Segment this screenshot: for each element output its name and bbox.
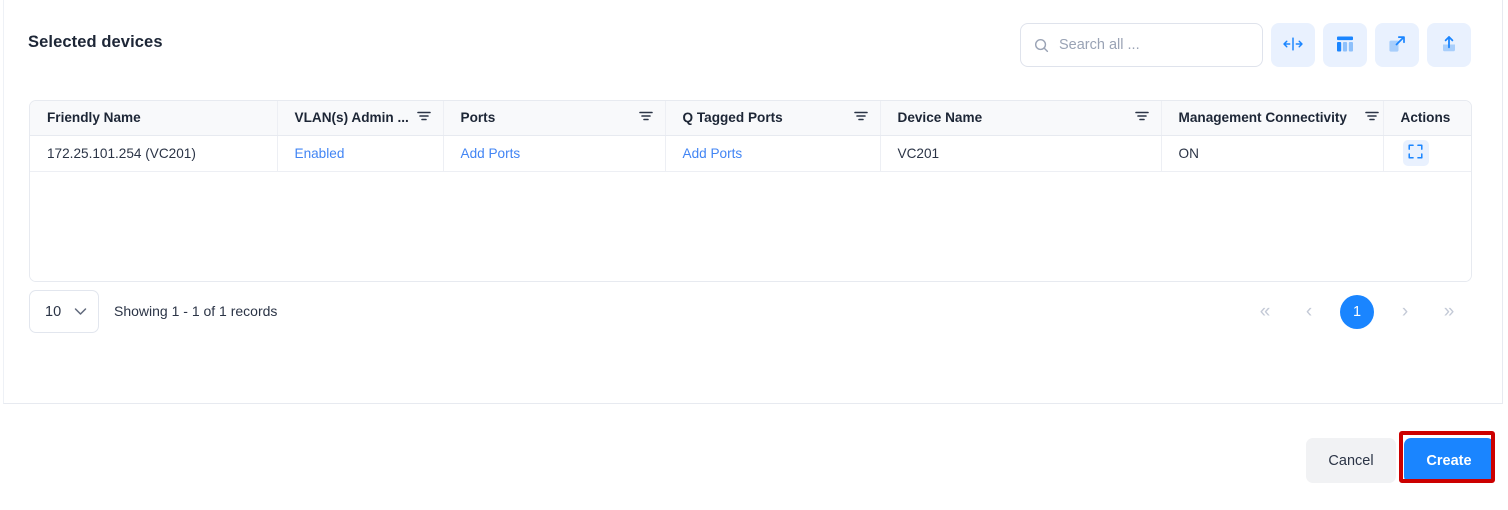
column-header-vlan-admin[interactable]: VLAN(s) Admin ...	[277, 101, 443, 135]
chevron-down-icon	[74, 303, 87, 321]
table-row[interactable]: 172.25.101.254 (VC201) Enabled Add Ports…	[30, 135, 1471, 171]
panel-header: Selected devices	[4, 0, 1502, 92]
page-size-select[interactable]: 10	[29, 290, 99, 333]
create-button[interactable]: Create	[1404, 438, 1494, 483]
row-expand-button[interactable]	[1403, 140, 1429, 166]
expand-row-icon	[1408, 144, 1423, 162]
filter-icon[interactable]	[1135, 110, 1149, 125]
next-page-button[interactable]: ›	[1386, 293, 1424, 331]
cell-ports: Add Ports	[443, 135, 665, 171]
prev-page-button[interactable]: ‹	[1290, 293, 1328, 331]
expand-icon	[1387, 34, 1407, 57]
selected-devices-panel: Selected devices	[3, 0, 1503, 404]
page-title: Selected devices	[28, 33, 163, 52]
column-chooser-button[interactable]	[1323, 23, 1367, 67]
search-box[interactable]	[1020, 23, 1263, 67]
filter-icon[interactable]	[417, 110, 431, 125]
cancel-button[interactable]: Cancel	[1306, 438, 1396, 483]
column-header-actions: Actions	[1383, 101, 1471, 135]
fit-columns-button[interactable]	[1271, 23, 1315, 67]
cell-vlan-admin: Enabled	[277, 135, 443, 171]
cell-actions	[1383, 135, 1471, 171]
records-count-label: Showing 1 - 1 of 1 records	[114, 303, 277, 319]
search-input[interactable]	[1059, 37, 1249, 53]
cell-device-name: VC201	[880, 135, 1161, 171]
export-icon	[1439, 34, 1459, 57]
column-header-label: Management Connectivity	[1179, 110, 1347, 125]
cell-friendly-name: 172.25.101.254 (VC201)	[30, 135, 277, 171]
filter-icon[interactable]	[854, 110, 868, 125]
add-q-tagged-ports-link[interactable]: Add Ports	[683, 146, 743, 161]
export-button[interactable]	[1427, 23, 1471, 67]
column-header-ports[interactable]: Ports	[443, 101, 665, 135]
filter-icon[interactable]	[1365, 110, 1379, 125]
column-header-label: Q Tagged Ports	[683, 110, 783, 125]
column-header-label: Ports	[461, 110, 496, 125]
column-header-label: Device Name	[898, 110, 983, 125]
column-header-label: Actions	[1401, 110, 1451, 125]
header-toolbar	[1020, 23, 1471, 67]
fit-columns-icon	[1282, 36, 1304, 55]
column-header-friendly-name[interactable]: Friendly Name	[30, 101, 277, 135]
last-page-button[interactable]: »	[1430, 293, 1468, 331]
expand-button[interactable]	[1375, 23, 1419, 67]
devices-table: Friendly Name VLAN(s) Admin ...	[29, 100, 1472, 282]
table-header-row: Friendly Name VLAN(s) Admin ...	[30, 101, 1471, 135]
footer-action-bar: Cancel Create	[0, 404, 1508, 510]
pagination-nav: « ‹ 1 › »	[1246, 293, 1468, 331]
column-header-q-tagged-ports[interactable]: Q Tagged Ports	[665, 101, 880, 135]
page-size-value: 10	[45, 304, 61, 320]
search-icon	[1034, 38, 1049, 53]
column-header-label: VLAN(s) Admin ...	[295, 110, 409, 125]
filter-icon[interactable]	[639, 110, 653, 125]
column-header-label: Friendly Name	[47, 110, 141, 125]
first-page-button[interactable]: «	[1246, 293, 1284, 331]
cell-q-tagged-ports: Add Ports	[665, 135, 880, 171]
cell-management-connectivity: ON	[1161, 135, 1383, 171]
add-ports-link[interactable]: Add Ports	[461, 146, 521, 161]
column-header-management-connectivity[interactable]: Management Connectivity	[1161, 101, 1383, 135]
pagination-bar: 10 Showing 1 - 1 of 1 records « ‹ 1 › »	[29, 290, 1472, 334]
page-number-1[interactable]: 1	[1340, 295, 1374, 329]
column-header-device-name[interactable]: Device Name	[880, 101, 1161, 135]
column-chooser-icon	[1335, 34, 1355, 57]
table-empty-space	[30, 172, 1471, 282]
vlan-admin-link[interactable]: Enabled	[295, 146, 345, 161]
